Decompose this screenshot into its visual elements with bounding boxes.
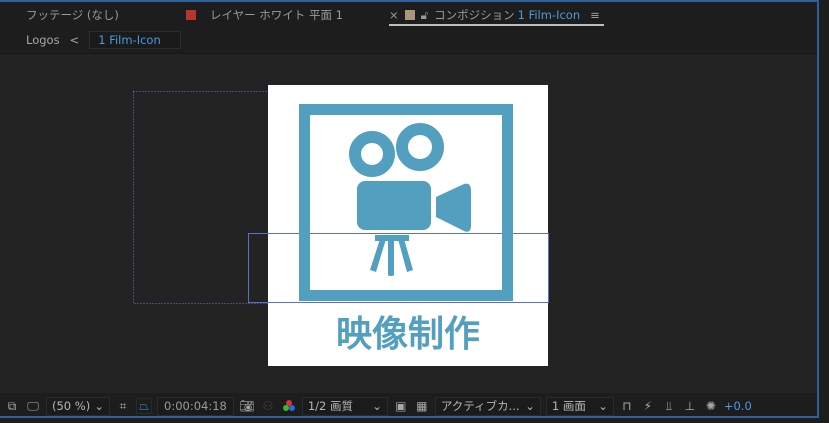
views-value: 1 画面 bbox=[551, 399, 586, 413]
chevron-down-icon: ⌄ bbox=[372, 399, 382, 413]
label-color-swatch bbox=[404, 10, 415, 20]
breadcrumb-parent[interactable]: Logos bbox=[26, 33, 60, 47]
chevron-down-icon: ⌄ bbox=[598, 399, 608, 413]
tab-label: レイヤー ホワイト 平面 1 bbox=[210, 8, 343, 22]
tab-label: コンポジション bbox=[434, 8, 515, 22]
viewer-toolbar: ⧉ 🖵︎ (50 %) ⌄ ⌗ ⏢ 0:00:04:18 📷︎ ⚇ 1/2 画質 ⌄… bbox=[0, 395, 817, 417]
timecode: 0:00:04:18 bbox=[164, 399, 227, 413]
viewer-canvas: 映像制作 bbox=[133, 85, 549, 366]
chevron-down-icon: ⌄ bbox=[94, 399, 104, 413]
tab-label: フッテージ (なし) bbox=[26, 8, 119, 22]
monitor-icon[interactable]: 🖵︎ bbox=[25, 398, 41, 414]
chevron-down-icon: ⌄ bbox=[525, 399, 535, 413]
label-color-swatch bbox=[186, 10, 196, 20]
breadcrumb: Logos < 1 Film-Icon bbox=[26, 31, 182, 49]
fast-previews-icon[interactable]: ⚡︎ bbox=[640, 398, 656, 414]
tab-layer[interactable]: レイヤー ホワイト 平面 1 bbox=[186, 7, 343, 23]
composition-viewer[interactable]: 映像制作 bbox=[0, 53, 817, 393]
camera-snapshot-icon[interactable]: 📷︎ bbox=[239, 398, 255, 414]
tab-composition[interactable]: × 🔓︎ コンポジション 1 Film-Icon ≡ bbox=[389, 7, 600, 23]
always-preview-icon[interactable]: ⧉ bbox=[4, 398, 20, 414]
lock-icon[interactable]: 🔓︎ bbox=[421, 8, 428, 23]
panel-menu-icon[interactable]: ≡ bbox=[590, 8, 600, 22]
timecode-display[interactable]: 0:00:04:18 bbox=[157, 396, 234, 416]
camera-dropdown[interactable]: アクティブカ... ⌄ bbox=[434, 396, 541, 416]
chevron-left-icon[interactable]: < bbox=[70, 33, 80, 47]
exposure-value[interactable]: +0.0 bbox=[724, 399, 752, 413]
panel-bottom-border bbox=[0, 416, 818, 418]
transparency-grid-icon[interactable]: ▦ bbox=[414, 398, 430, 414]
flowchart-icon[interactable]: ⊥ bbox=[682, 398, 698, 414]
views-dropdown[interactable]: 1 画面 ⌄ bbox=[545, 396, 614, 416]
toggle-pixel-aspect-icon[interactable]: ⊓ bbox=[619, 398, 635, 414]
close-icon[interactable]: × bbox=[389, 8, 399, 22]
comp-name: 1 Film-Icon bbox=[517, 8, 581, 22]
active-tab-indicator bbox=[389, 24, 604, 26]
reset-exposure-icon[interactable]: ✺ bbox=[703, 398, 719, 414]
caption-text: 映像制作 bbox=[336, 314, 480, 355]
show-snapshot-icon[interactable]: ⚇ bbox=[260, 398, 276, 414]
title-safe-icon[interactable]: ⌗ bbox=[115, 398, 131, 414]
panel-focus-border bbox=[0, 0, 818, 2]
mask-visibility-icon[interactable]: ⏢ bbox=[136, 398, 152, 414]
tab-footage[interactable]: フッテージ (なし) bbox=[26, 7, 119, 23]
region-of-interest-icon[interactable]: ▣ bbox=[393, 398, 409, 414]
camera-value: アクティブカ... bbox=[440, 399, 520, 413]
zoom-dropdown[interactable]: (50 %) ⌄ bbox=[46, 396, 110, 416]
timeline-icon[interactable]: ⫫ bbox=[661, 398, 677, 414]
breadcrumb-current[interactable]: 1 Film-Icon bbox=[89, 31, 182, 49]
resolution-dropdown[interactable]: 1/2 画質 ⌄ bbox=[301, 396, 388, 416]
zoom-value: (50 %) bbox=[52, 399, 91, 413]
panel-right-border bbox=[817, 0, 819, 418]
color-channels-icon[interactable] bbox=[281, 398, 297, 414]
resolution-value: 1/2 画質 bbox=[307, 399, 354, 413]
